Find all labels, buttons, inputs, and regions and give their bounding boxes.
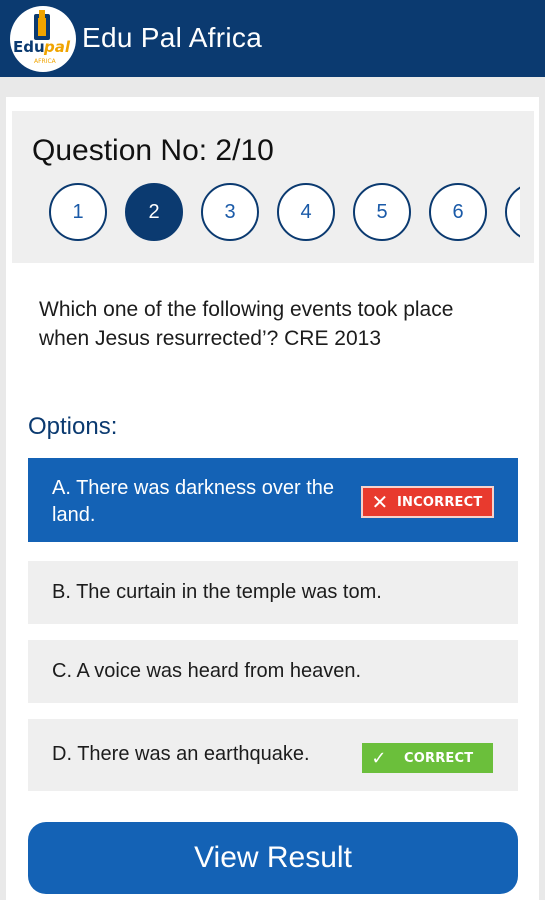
option-b-text: B. The curtain in the temple was tom. (52, 581, 382, 603)
correct-badge: ✓ CORRECT (362, 743, 493, 773)
app-title: Edu Pal Africa (82, 22, 263, 53)
incorrect-label: INCORRECT (397, 494, 483, 510)
question-nav-2[interactable]: 2 (125, 183, 183, 241)
options-label: Options: (28, 413, 118, 440)
question-navigator[interactable]: 1 2 3 4 5 6 (12, 179, 520, 243)
option-a[interactable]: A. There was darkness over the land. ✕ I… (28, 458, 518, 542)
option-c-text: C. A voice was heard from heaven. (52, 660, 362, 682)
question-header: Question No: 2/10 1 2 3 4 5 6 (12, 111, 534, 263)
incorrect-badge: ✕ INCORRECT (361, 486, 494, 518)
question-nav-1[interactable]: 1 (49, 183, 107, 241)
question-text: Which one of the following events took p… (39, 298, 454, 350)
quiz-content: Question No: 2/10 1 2 3 4 5 6 Which one … (6, 97, 539, 900)
close-icon: ✕ (371, 489, 389, 514)
option-c[interactable]: C. A voice was heard from heaven. (28, 640, 518, 703)
svg-text:pal: pal (43, 38, 71, 56)
correct-label: CORRECT (404, 750, 474, 766)
question-nav-6[interactable]: 6 (429, 183, 487, 241)
question-number: Question No: 2/10 (32, 134, 274, 167)
logo-graphic: Edu pal AFRICA (13, 10, 71, 65)
app-logo: Edu pal AFRICA (10, 6, 76, 72)
check-icon: ✓ (371, 747, 387, 769)
question-nav-3[interactable]: 3 (201, 183, 259, 241)
option-a-text: A. There was darkness over the land. (52, 477, 334, 526)
app-bar: Edu pal AFRICA Edu Pal Africa (0, 0, 545, 77)
option-d-text: D. There was an earthquake. (52, 743, 310, 765)
option-d[interactable]: D. There was an earthquake. ✓ CORRECT (28, 719, 518, 791)
svg-text:Edu: Edu (13, 38, 45, 56)
question-nav-7[interactable] (505, 183, 520, 241)
option-b[interactable]: B. The curtain in the temple was tom. (28, 561, 518, 624)
question-nav-5[interactable]: 5 (353, 183, 411, 241)
question-nav-4[interactable]: 4 (277, 183, 335, 241)
view-result-button[interactable]: View Result (28, 822, 518, 894)
svg-text:AFRICA: AFRICA (34, 58, 57, 65)
